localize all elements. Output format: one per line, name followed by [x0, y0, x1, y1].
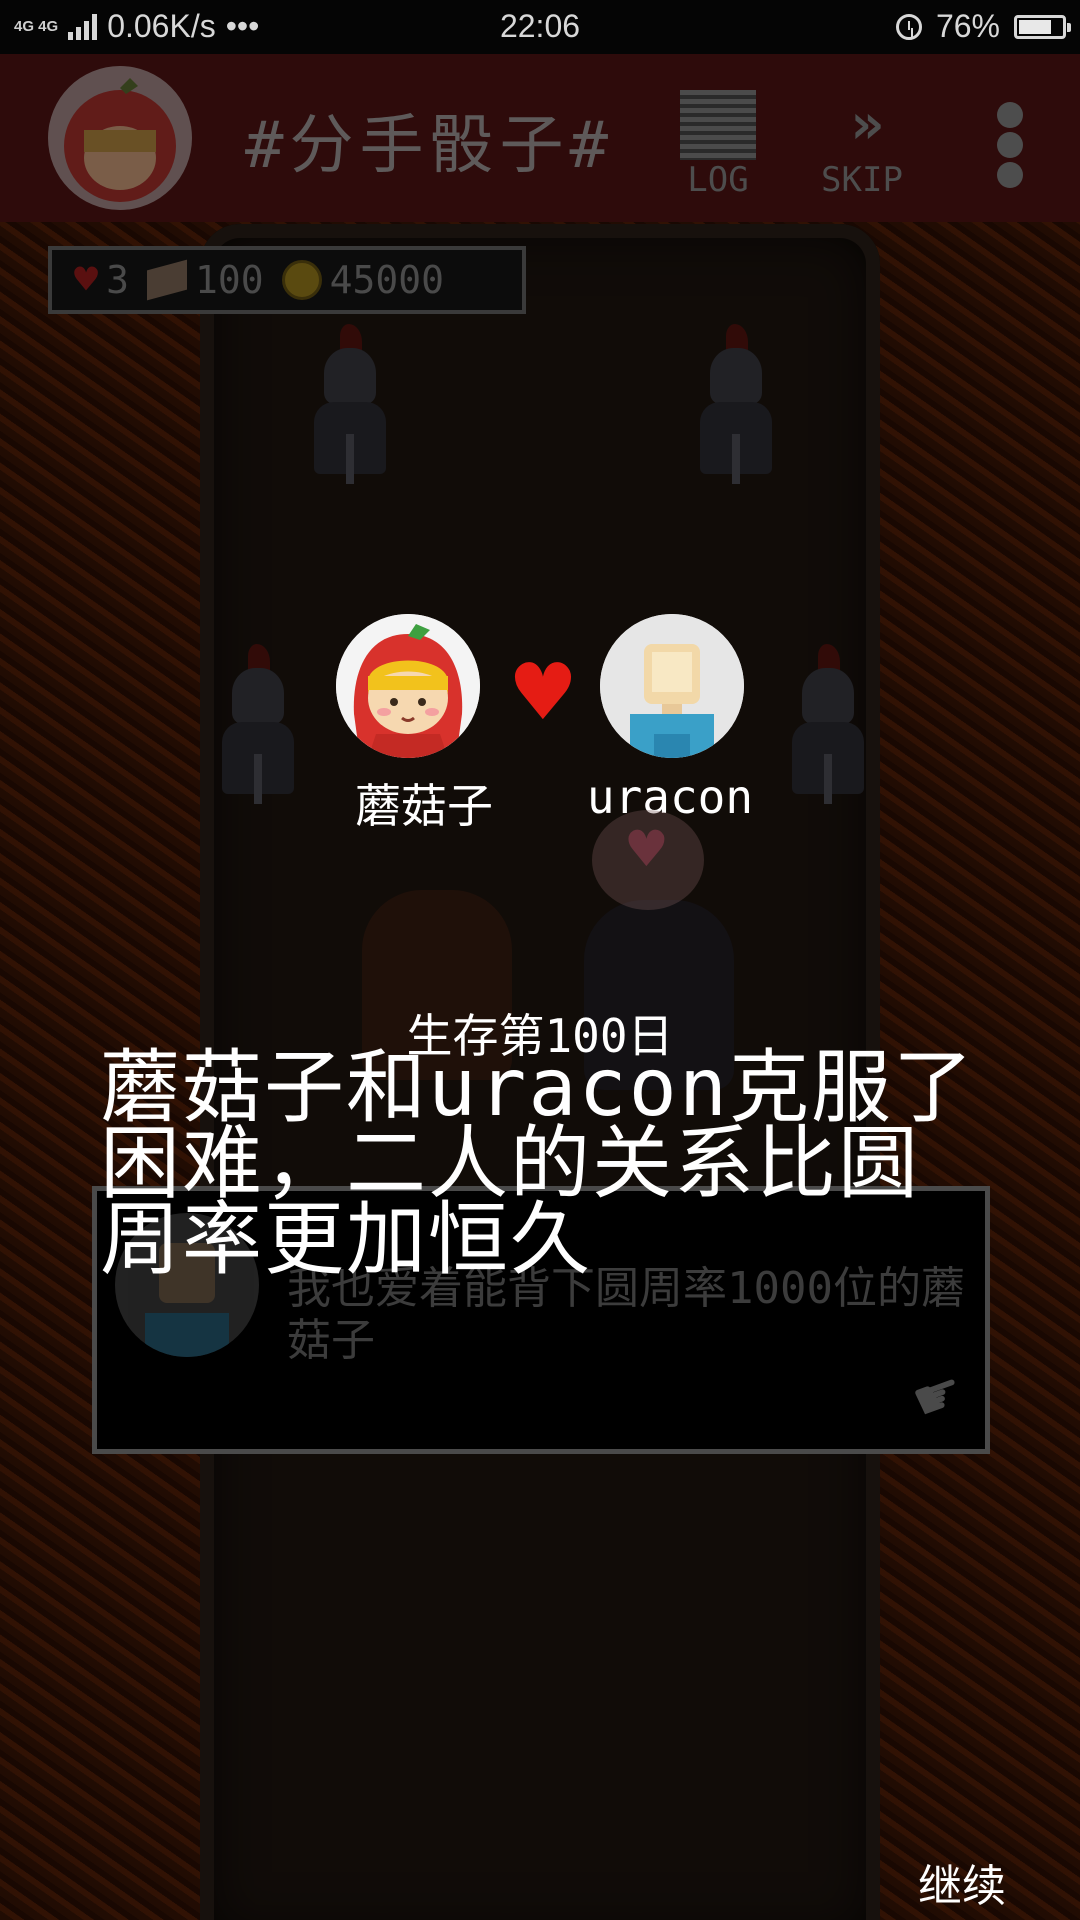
player-avatar[interactable] — [48, 66, 192, 210]
continue-button[interactable]: 继续 — [918, 1850, 1006, 1914]
heart-icon: ♥ — [74, 257, 99, 303]
heart-bubble-icon — [592, 810, 704, 910]
stats-panel: ♥ 3 100 45000 — [48, 246, 526, 314]
status-bar: 4G 4G 0.06K/s ••• 22:06 76% — [0, 0, 1080, 54]
battery-icon — [1014, 14, 1071, 39]
items-stat: 100 — [146, 258, 264, 302]
menu-dot-icon — [997, 102, 1023, 128]
eraser-icon — [146, 259, 187, 301]
dim-overlay — [0, 54, 1080, 1920]
coin-icon — [281, 260, 322, 300]
skip-button[interactable]: » SKIP — [812, 90, 912, 200]
fast-forward-icon: » — [850, 92, 884, 157]
hearts-count: 3 — [106, 258, 129, 302]
log-button[interactable]: LOG — [678, 90, 758, 200]
log-icon — [680, 90, 756, 160]
game-scene[interactable]: #分手骰子# LOG » SKIP ♥ 3 100 45000 ♥ 蘑菇子 ur… — [0, 54, 1080, 1920]
coins-stat: 45000 — [281, 258, 445, 302]
battery-percent: 76% — [935, 8, 1000, 44]
skip-label: SKIP — [821, 160, 903, 200]
heart-icon: ♥ — [508, 648, 578, 738]
menu-button[interactable] — [990, 102, 1030, 192]
hearts-stat: ♥ 3 — [74, 257, 129, 303]
left-name: 蘑菇子 — [355, 779, 493, 833]
alarm-icon — [895, 13, 922, 40]
log-label: LOG — [687, 160, 749, 200]
game-header: #分手骰子# LOG » SKIP — [0, 54, 1080, 222]
items-count: 100 — [194, 258, 264, 302]
girl-avatar — [336, 614, 480, 758]
coins-count: 45000 — [329, 258, 445, 302]
game-title: #分手骰子# — [245, 109, 615, 183]
announcement-message: 蘑菇子和uracon克服了困难，二人的关系比圆周率更加恒久 — [100, 1041, 975, 1286]
boy-avatar — [600, 614, 744, 758]
pointer-hand-icon: ☛ — [903, 1357, 973, 1436]
